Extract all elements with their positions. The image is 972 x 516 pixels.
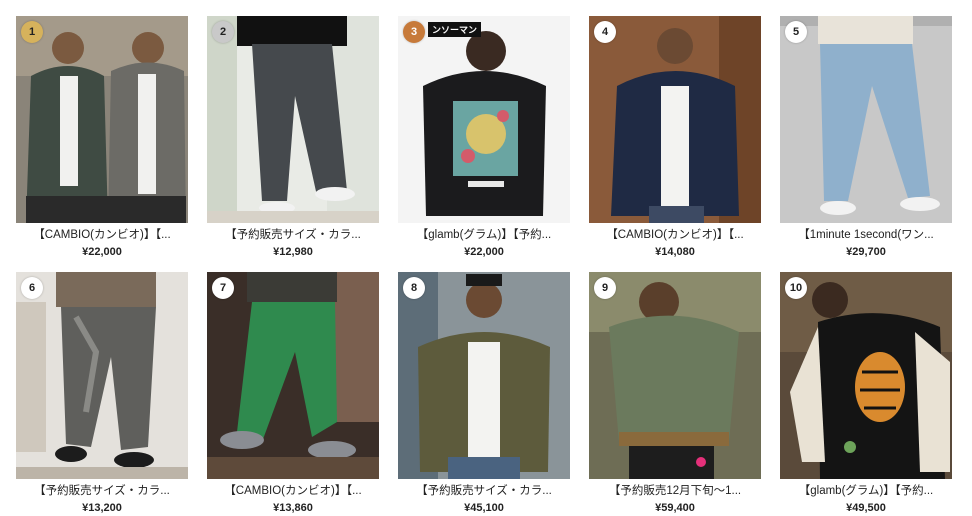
product-image[interactable]: 6 [16,272,188,479]
product-price: ¥45,100 [464,502,504,514]
product-price: ¥22,000 [82,246,122,258]
product-price: ¥59,400 [655,502,695,514]
pants-gray-icon [207,16,379,223]
product-image[interactable]: 1 [16,16,188,223]
pants-acid-wash-icon [16,272,188,479]
product-name[interactable]: 【CAMBIO(カンビオ)】【... [16,228,188,242]
rank-badge: 3 [403,21,425,43]
product-card[interactable]: 4 【CAMBIO(カンビオ)】【... ¥14,080 [589,16,761,258]
product-card[interactable]: 6 【予約販売サイズ・カラ... ¥13,200 [16,272,188,514]
product-price: ¥49,500 [846,502,886,514]
jacket-navy-icon [589,16,761,223]
product-image[interactable]: 2 [207,16,379,223]
product-price: ¥13,860 [273,502,313,514]
rank-badge: 5 [785,21,807,43]
product-name[interactable]: 【予約販売サイズ・カラ... [207,228,379,242]
product-card[interactable]: 8 【予約販売サイズ・カラ... ¥45,100 [398,272,570,514]
pants-green-icon [207,272,379,479]
product-name[interactable]: 【glamb(グラム)】【予約... [780,484,952,498]
rank-badge: 2 [212,21,234,43]
rank-badge: 8 [403,277,425,299]
product-card[interactable]: 3 ンソーマン 【glamb(グラム)】【予約... ¥22,000 [398,16,570,258]
product-card[interactable]: 9 【予約販売12月下旬〜1... ¥59,400 [589,272,761,514]
product-card[interactable]: 5 【1minute 1second(ワン... ¥29,700 [780,16,952,258]
product-price: ¥13,200 [82,502,122,514]
jacket-gray-hood-icon [16,16,188,223]
product-card[interactable]: 7 【CAMBIO(カンビオ)】【... ¥13,860 [207,272,379,514]
product-card[interactable]: 10 【glamb(グラム)】【予約... ¥49,500 [780,272,952,514]
product-name[interactable]: 【CAMBIO(カンビオ)】【... [207,484,379,498]
collab-tag: ンソーマン [428,22,482,37]
product-image[interactable]: 8 [398,272,570,479]
product-image[interactable]: 3 ンソーマン [398,16,570,223]
jacket-khaki-icon [398,272,570,479]
product-image[interactable]: 4 [589,16,761,223]
rank-badge: 10 [785,277,807,299]
product-price: ¥14,080 [655,246,695,258]
product-name[interactable]: 【1minute 1second(ワン... [780,228,952,242]
hoodie-black-print-icon [398,16,570,223]
product-image[interactable]: 5 [780,16,952,223]
souvenir-jacket-tiger-icon [780,272,952,479]
product-name[interactable]: 【予約販売サイズ・カラ... [398,484,570,498]
product-grid: 1 【CAMBIO(カンビオ)】【... ¥22,000 2 【予約販売サイズ・… [16,16,952,514]
product-card[interactable]: 1 【CAMBIO(カンビオ)】【... ¥22,000 [16,16,188,258]
product-price: ¥29,700 [846,246,886,258]
jeans-blue-icon [780,16,952,223]
product-name[interactable]: 【glamb(グラム)】【予約... [398,228,570,242]
product-image[interactable]: 7 [207,272,379,479]
rank-badge: 1 [21,21,43,43]
product-name[interactable]: 【CAMBIO(カンビオ)】【... [589,228,761,242]
product-name[interactable]: 【予約販売12月下旬〜1... [589,484,761,498]
product-card[interactable]: 2 【予約販売サイズ・カラ... ¥12,980 [207,16,379,258]
product-image[interactable]: 9 [589,272,761,479]
rank-badge: 9 [594,277,616,299]
product-name[interactable]: 【予約販売サイズ・カラ... [16,484,188,498]
product-price: ¥22,000 [464,246,504,258]
product-price: ¥12,980 [273,246,313,258]
rank-badge: 7 [212,277,234,299]
rank-badge: 4 [594,21,616,43]
rank-badge: 6 [21,277,43,299]
product-image[interactable]: 10 [780,272,952,479]
jacket-olive-hood-icon [589,272,761,479]
